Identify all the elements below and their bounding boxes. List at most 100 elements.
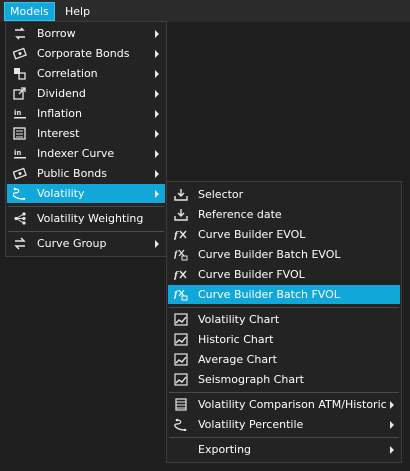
- menu-item-label: Volatility Weighting: [37, 212, 144, 225]
- menu-item-label: Curve Builder EVOL: [198, 228, 306, 241]
- volatility-submenu: Selector Reference date f Curve Builder …: [166, 181, 402, 463]
- menu-item-label: Borrow: [37, 27, 76, 40]
- menu-item-reference-date[interactable]: Reference date: [168, 205, 400, 224]
- submenu-arrow-icon: [155, 90, 159, 98]
- menu-separator: [169, 437, 399, 438]
- download-icon: [174, 188, 188, 201]
- menu-item-volatility-chart[interactable]: Volatility Chart: [168, 310, 400, 329]
- menu-item-volatility-percentile[interactable]: Volatility Percentile: [168, 415, 400, 434]
- curve-builder-icon: f: [174, 228, 188, 241]
- submenu-arrow-icon: [155, 50, 159, 58]
- chart-icon: [174, 333, 188, 346]
- svg-text:f: f: [174, 249, 179, 259]
- menu-item-interest[interactable]: Interest: [7, 124, 165, 143]
- menu-item-average-chart[interactable]: Average Chart: [168, 350, 400, 369]
- menu-item-label: Reference date: [198, 208, 282, 221]
- submenu-arrow-icon: [390, 421, 394, 429]
- submenu-arrow-icon: [155, 150, 159, 158]
- submenu-arrow-icon: [155, 170, 159, 178]
- menu-item-borrow[interactable]: Borrow: [7, 24, 165, 43]
- menu-item-label: Curve Builder FVOL: [198, 268, 305, 281]
- curve-builder-batch-icon: f: [174, 248, 188, 261]
- menu-item-label: Volatility Chart: [198, 313, 280, 326]
- menu-separator: [8, 206, 164, 207]
- menu-item-correlation[interactable]: Correlation: [7, 64, 165, 83]
- menu-item-label: Curve Group: [37, 237, 107, 250]
- correlation-icon: [13, 67, 27, 80]
- dividend-icon: [13, 87, 27, 100]
- menu-item-curve-group[interactable]: Curve Group: [7, 234, 165, 253]
- menu-item-selector[interactable]: Selector: [168, 185, 400, 204]
- menu-help[interactable]: Help: [60, 3, 95, 20]
- menu-separator: [169, 392, 399, 393]
- menu-item-seismograph-chart[interactable]: Seismograph Chart: [168, 370, 400, 389]
- menu-item-label: Public Bonds: [37, 167, 108, 180]
- menu-item-label: Exporting: [198, 443, 252, 456]
- download-icon: [174, 208, 188, 221]
- menu-item-label: Dividend: [37, 87, 86, 100]
- volatility-icon: [13, 187, 27, 200]
- menu-item-label: Indexer Curve: [37, 147, 115, 160]
- inflation-icon: in: [13, 107, 27, 120]
- submenu-arrow-icon: [155, 70, 159, 78]
- menubar: Models Help: [0, 0, 410, 22]
- svg-text:f: f: [174, 271, 180, 281]
- models-menu: Borrow Corporate Bonds Correlation Divid…: [5, 21, 167, 257]
- menu-item-label: Average Chart: [198, 353, 277, 366]
- svg-text:in: in: [14, 149, 21, 157]
- menu-item-label: Interest: [37, 127, 80, 140]
- corporate-bonds-icon: [13, 47, 27, 60]
- menu-item-exporting[interactable]: Exporting: [168, 440, 400, 459]
- submenu-arrow-icon: [155, 30, 159, 38]
- menu-item-historic-chart[interactable]: Historic Chart: [168, 330, 400, 349]
- menu-item-label: Curve Builder Batch EVOL: [198, 248, 341, 261]
- chart-icon: [174, 353, 188, 366]
- menu-item-volatility-weighting[interactable]: Volatility Weighting: [7, 209, 165, 228]
- submenu-arrow-icon: [155, 110, 159, 118]
- table-icon: [174, 398, 188, 411]
- submenu-arrow-icon: [390, 446, 394, 454]
- svg-text:in: in: [14, 109, 21, 117]
- menu-item-label: Volatility Percentile: [198, 418, 304, 431]
- menu-item-label: Volatility Comparison ATM/Historic: [198, 398, 387, 411]
- menu-separator: [169, 307, 399, 308]
- menu-item-dividend[interactable]: Dividend: [7, 84, 165, 103]
- submenu-arrow-icon: [155, 130, 159, 138]
- submenu-arrow-icon: [155, 240, 159, 248]
- menu-item-label: Historic Chart: [198, 333, 274, 346]
- volatility-weighting-icon: [13, 212, 27, 225]
- percentile-icon: [174, 418, 188, 431]
- menu-item-public-bonds[interactable]: Public Bonds: [7, 164, 165, 183]
- menu-item-volatility[interactable]: Volatility: [7, 184, 165, 203]
- curve-builder-batch-icon: f: [174, 288, 188, 301]
- menu-item-curve-builder-fvol[interactable]: f Curve Builder FVOL: [168, 265, 400, 284]
- menu-item-label: Curve Builder Batch FVOL: [198, 288, 340, 301]
- menu-item-curve-builder-evol[interactable]: f Curve Builder EVOL: [168, 225, 400, 244]
- menu-item-label: Inflation: [37, 107, 82, 120]
- menu-item-label: Selector: [198, 188, 244, 201]
- menu-item-label: Correlation: [37, 67, 98, 80]
- menu-separator: [8, 231, 164, 232]
- curve-group-icon: [13, 237, 27, 250]
- menu-item-indexer-curve[interactable]: in Indexer Curve: [7, 144, 165, 163]
- interest-icon: [13, 127, 27, 140]
- indexer-curve-icon: in: [13, 147, 27, 160]
- menu-models[interactable]: Models: [4, 2, 55, 21]
- submenu-arrow-icon: [390, 401, 394, 409]
- curve-builder-icon: f: [174, 268, 188, 281]
- public-bonds-icon: [13, 167, 27, 180]
- svg-text:f: f: [174, 289, 179, 299]
- svg-text:f: f: [174, 231, 180, 241]
- menu-item-curve-builder-batch-evol[interactable]: f Curve Builder Batch EVOL: [168, 245, 400, 264]
- menu-item-label: Corporate Bonds: [37, 47, 130, 60]
- chart-icon: [174, 313, 188, 326]
- menu-item-corporate-bonds[interactable]: Corporate Bonds: [7, 44, 165, 63]
- menu-item-inflation[interactable]: in Inflation: [7, 104, 165, 123]
- borrow-icon: [13, 27, 27, 40]
- submenu-arrow-icon: [155, 190, 159, 198]
- chart-icon: [174, 373, 188, 386]
- menu-item-volatility-comparison[interactable]: Volatility Comparison ATM/Historic: [168, 395, 400, 414]
- menu-item-label: Seismograph Chart: [198, 373, 304, 386]
- menu-item-curve-builder-batch-fvol[interactable]: f Curve Builder Batch FVOL: [168, 285, 400, 304]
- menu-item-label: Volatility: [37, 187, 85, 200]
